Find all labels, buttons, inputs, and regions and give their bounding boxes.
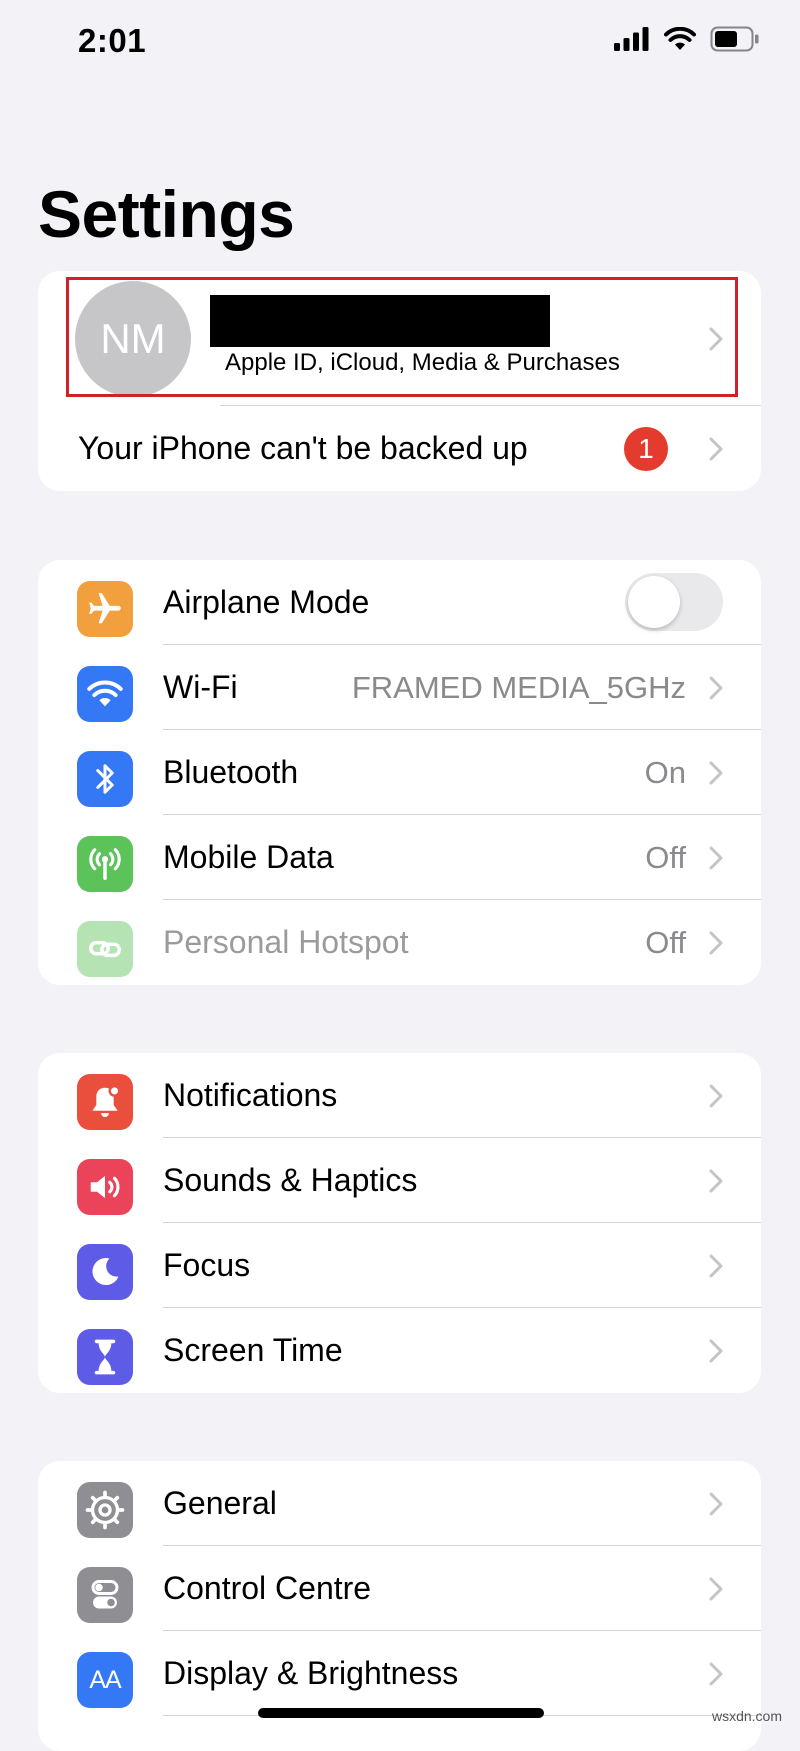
chevron-right-icon xyxy=(709,1339,723,1362)
mobile-data-row[interactable]: Mobile Data Off xyxy=(38,815,761,900)
screen-time-row[interactable]: Screen Time xyxy=(38,1308,761,1393)
apple-id-row[interactable]: NM Apple ID, iCloud, Media & Purchases xyxy=(38,271,761,406)
airplane-icon-tile xyxy=(77,581,133,637)
airplane-mode-label: Airplane Mode xyxy=(163,584,370,620)
backup-warning-row[interactable]: Your iPhone can't be backed up 1 xyxy=(38,406,761,491)
speaker-icon xyxy=(90,1175,120,1199)
control-centre-label: Control Centre xyxy=(163,1570,372,1606)
chevron-right-icon xyxy=(709,676,723,699)
gear-icon-tile xyxy=(77,1482,133,1538)
general-row[interactable]: General xyxy=(38,1461,761,1546)
personal-hotspot-label: Personal Hotspot xyxy=(163,924,409,960)
home-indicator[interactable] xyxy=(258,1708,544,1718)
highlight-annotation xyxy=(66,277,738,397)
personal-hotspot-row[interactable]: Personal Hotspot Off xyxy=(38,900,761,985)
toggles-icon xyxy=(91,1580,119,1609)
personal-hotspot-value: Off xyxy=(645,924,686,960)
wifi-network-value: FRAMED MEDIA_5GHz xyxy=(351,669,686,705)
status-bar: 2:01 xyxy=(0,0,800,90)
antenna-icon xyxy=(89,848,121,880)
chevron-right-icon xyxy=(709,846,723,869)
bluetooth-icon-tile xyxy=(77,751,133,807)
hourglass-icon-tile xyxy=(77,1329,133,1385)
toggles-icon-tile xyxy=(77,1567,133,1623)
display-brightness-row[interactable]: AA Display & Brightness xyxy=(38,1631,761,1716)
alerts-group: Notifications Sounds & Haptics Focus Scr… xyxy=(38,1053,761,1393)
bell-icon-tile xyxy=(77,1074,133,1130)
chevron-right-icon xyxy=(709,1169,723,1192)
toggle-knob xyxy=(628,576,680,628)
status-time: 2:01 xyxy=(78,22,147,59)
text-size-icon: AA xyxy=(89,1665,121,1694)
bell-icon xyxy=(92,1084,121,1118)
airplane-icon xyxy=(89,593,121,624)
gear-icon xyxy=(85,1490,125,1530)
moon-icon-tile xyxy=(77,1244,133,1300)
cellular-signal-icon xyxy=(614,27,649,51)
chevron-right-icon xyxy=(709,1577,723,1600)
airplane-mode-toggle[interactable] xyxy=(625,573,723,631)
focus-label: Focus xyxy=(163,1247,251,1283)
focus-row[interactable]: Focus xyxy=(38,1223,761,1308)
airplane-mode-row: Airplane Mode xyxy=(38,560,761,645)
sounds-haptics-row[interactable]: Sounds & Haptics xyxy=(38,1138,761,1223)
hotspot-icon xyxy=(89,940,121,958)
chevron-right-icon xyxy=(709,437,723,460)
notification-badge: 1 xyxy=(624,427,668,471)
battery-icon xyxy=(710,26,759,52)
antenna-icon-tile xyxy=(77,836,133,892)
mobile-data-label: Mobile Data xyxy=(163,839,334,875)
wifi-icon xyxy=(87,680,123,707)
connectivity-group: Airplane Mode Wi-Fi FRAMED MEDIA_5GHz Bl… xyxy=(38,560,761,985)
screen-time-label: Screen Time xyxy=(163,1332,343,1368)
badge-count: 1 xyxy=(638,433,654,464)
general-label: General xyxy=(163,1485,277,1521)
chevron-right-icon xyxy=(709,931,723,954)
notifications-row[interactable]: Notifications xyxy=(38,1053,761,1138)
speaker-icon-tile xyxy=(77,1159,133,1215)
hourglass-icon xyxy=(94,1339,116,1375)
chevron-right-icon xyxy=(709,1254,723,1277)
chevron-right-icon xyxy=(709,1492,723,1515)
page-title: Settings xyxy=(38,177,295,251)
wifi-row[interactable]: Wi-Fi FRAMED MEDIA_5GHz xyxy=(38,645,761,730)
display-brightness-label: Display & Brightness xyxy=(163,1655,459,1691)
chevron-right-icon xyxy=(709,1662,723,1685)
status-icons xyxy=(614,26,760,52)
watermark: wsxdn.com xyxy=(711,1708,782,1724)
control-centre-row[interactable]: Control Centre xyxy=(38,1546,761,1631)
chevron-right-icon xyxy=(709,1084,723,1107)
wifi-status-icon xyxy=(664,27,696,50)
sounds-haptics-label: Sounds & Haptics xyxy=(163,1162,418,1198)
text-size-icon-tile: AA xyxy=(77,1652,133,1708)
bluetooth-icon xyxy=(96,764,114,794)
backup-warning-label: Your iPhone can't be backed up xyxy=(78,430,528,466)
account-group: NM Apple ID, iCloud, Media & Purchases Y… xyxy=(38,271,761,491)
moon-icon xyxy=(92,1258,119,1286)
bluetooth-row[interactable]: Bluetooth On xyxy=(38,730,761,815)
bluetooth-status-value: On xyxy=(644,754,686,790)
wifi-icon-tile xyxy=(77,666,133,722)
bluetooth-label: Bluetooth xyxy=(163,754,299,790)
notifications-label: Notifications xyxy=(163,1077,338,1113)
hotspot-icon-tile xyxy=(77,921,133,977)
chevron-right-icon xyxy=(709,761,723,784)
wifi-label: Wi-Fi xyxy=(163,669,238,705)
mobile-data-value: Off xyxy=(645,839,686,875)
